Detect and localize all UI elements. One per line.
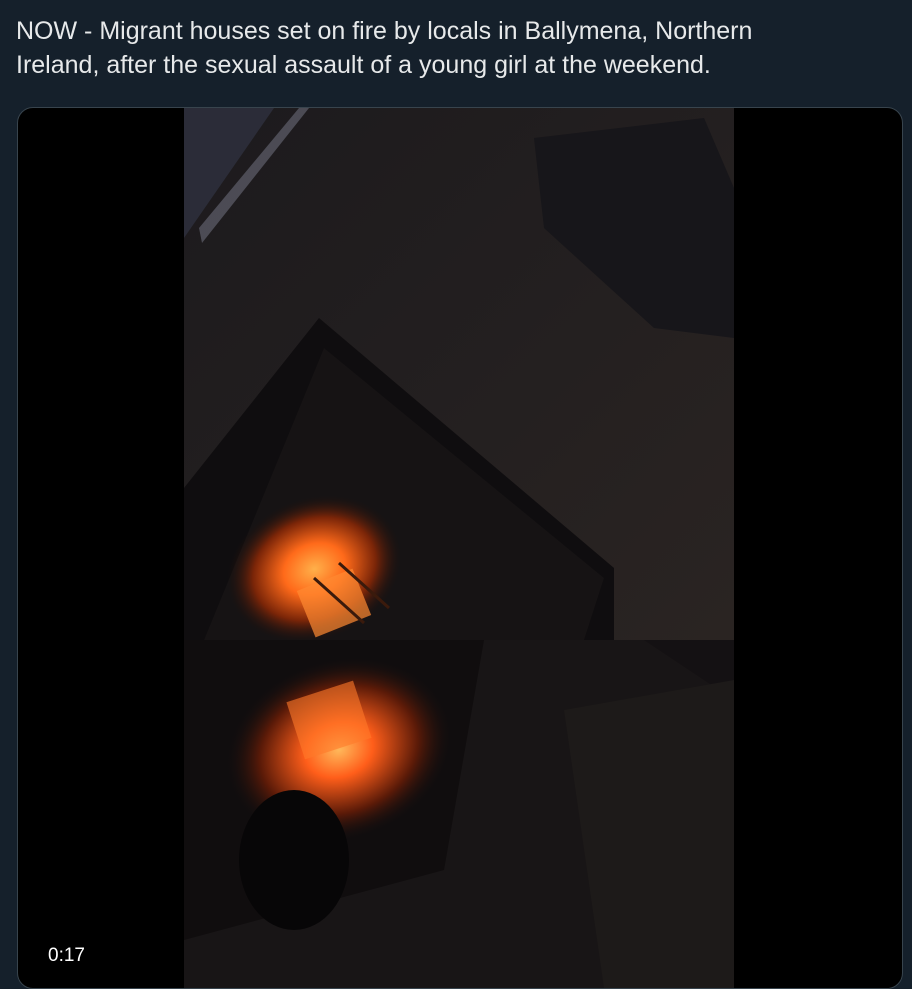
tweet-text: NOW - Migrant houses set on fire by loca… bbox=[16, 17, 753, 79]
video-timestamp: 0:17 bbox=[40, 940, 93, 972]
video-frame-top bbox=[184, 108, 734, 640]
video-frame-bottom bbox=[184, 640, 734, 988]
video-player[interactable]: 0:17 bbox=[17, 107, 903, 989]
tweet: NOW - Migrant houses set on fire by loca… bbox=[0, 0, 912, 989]
